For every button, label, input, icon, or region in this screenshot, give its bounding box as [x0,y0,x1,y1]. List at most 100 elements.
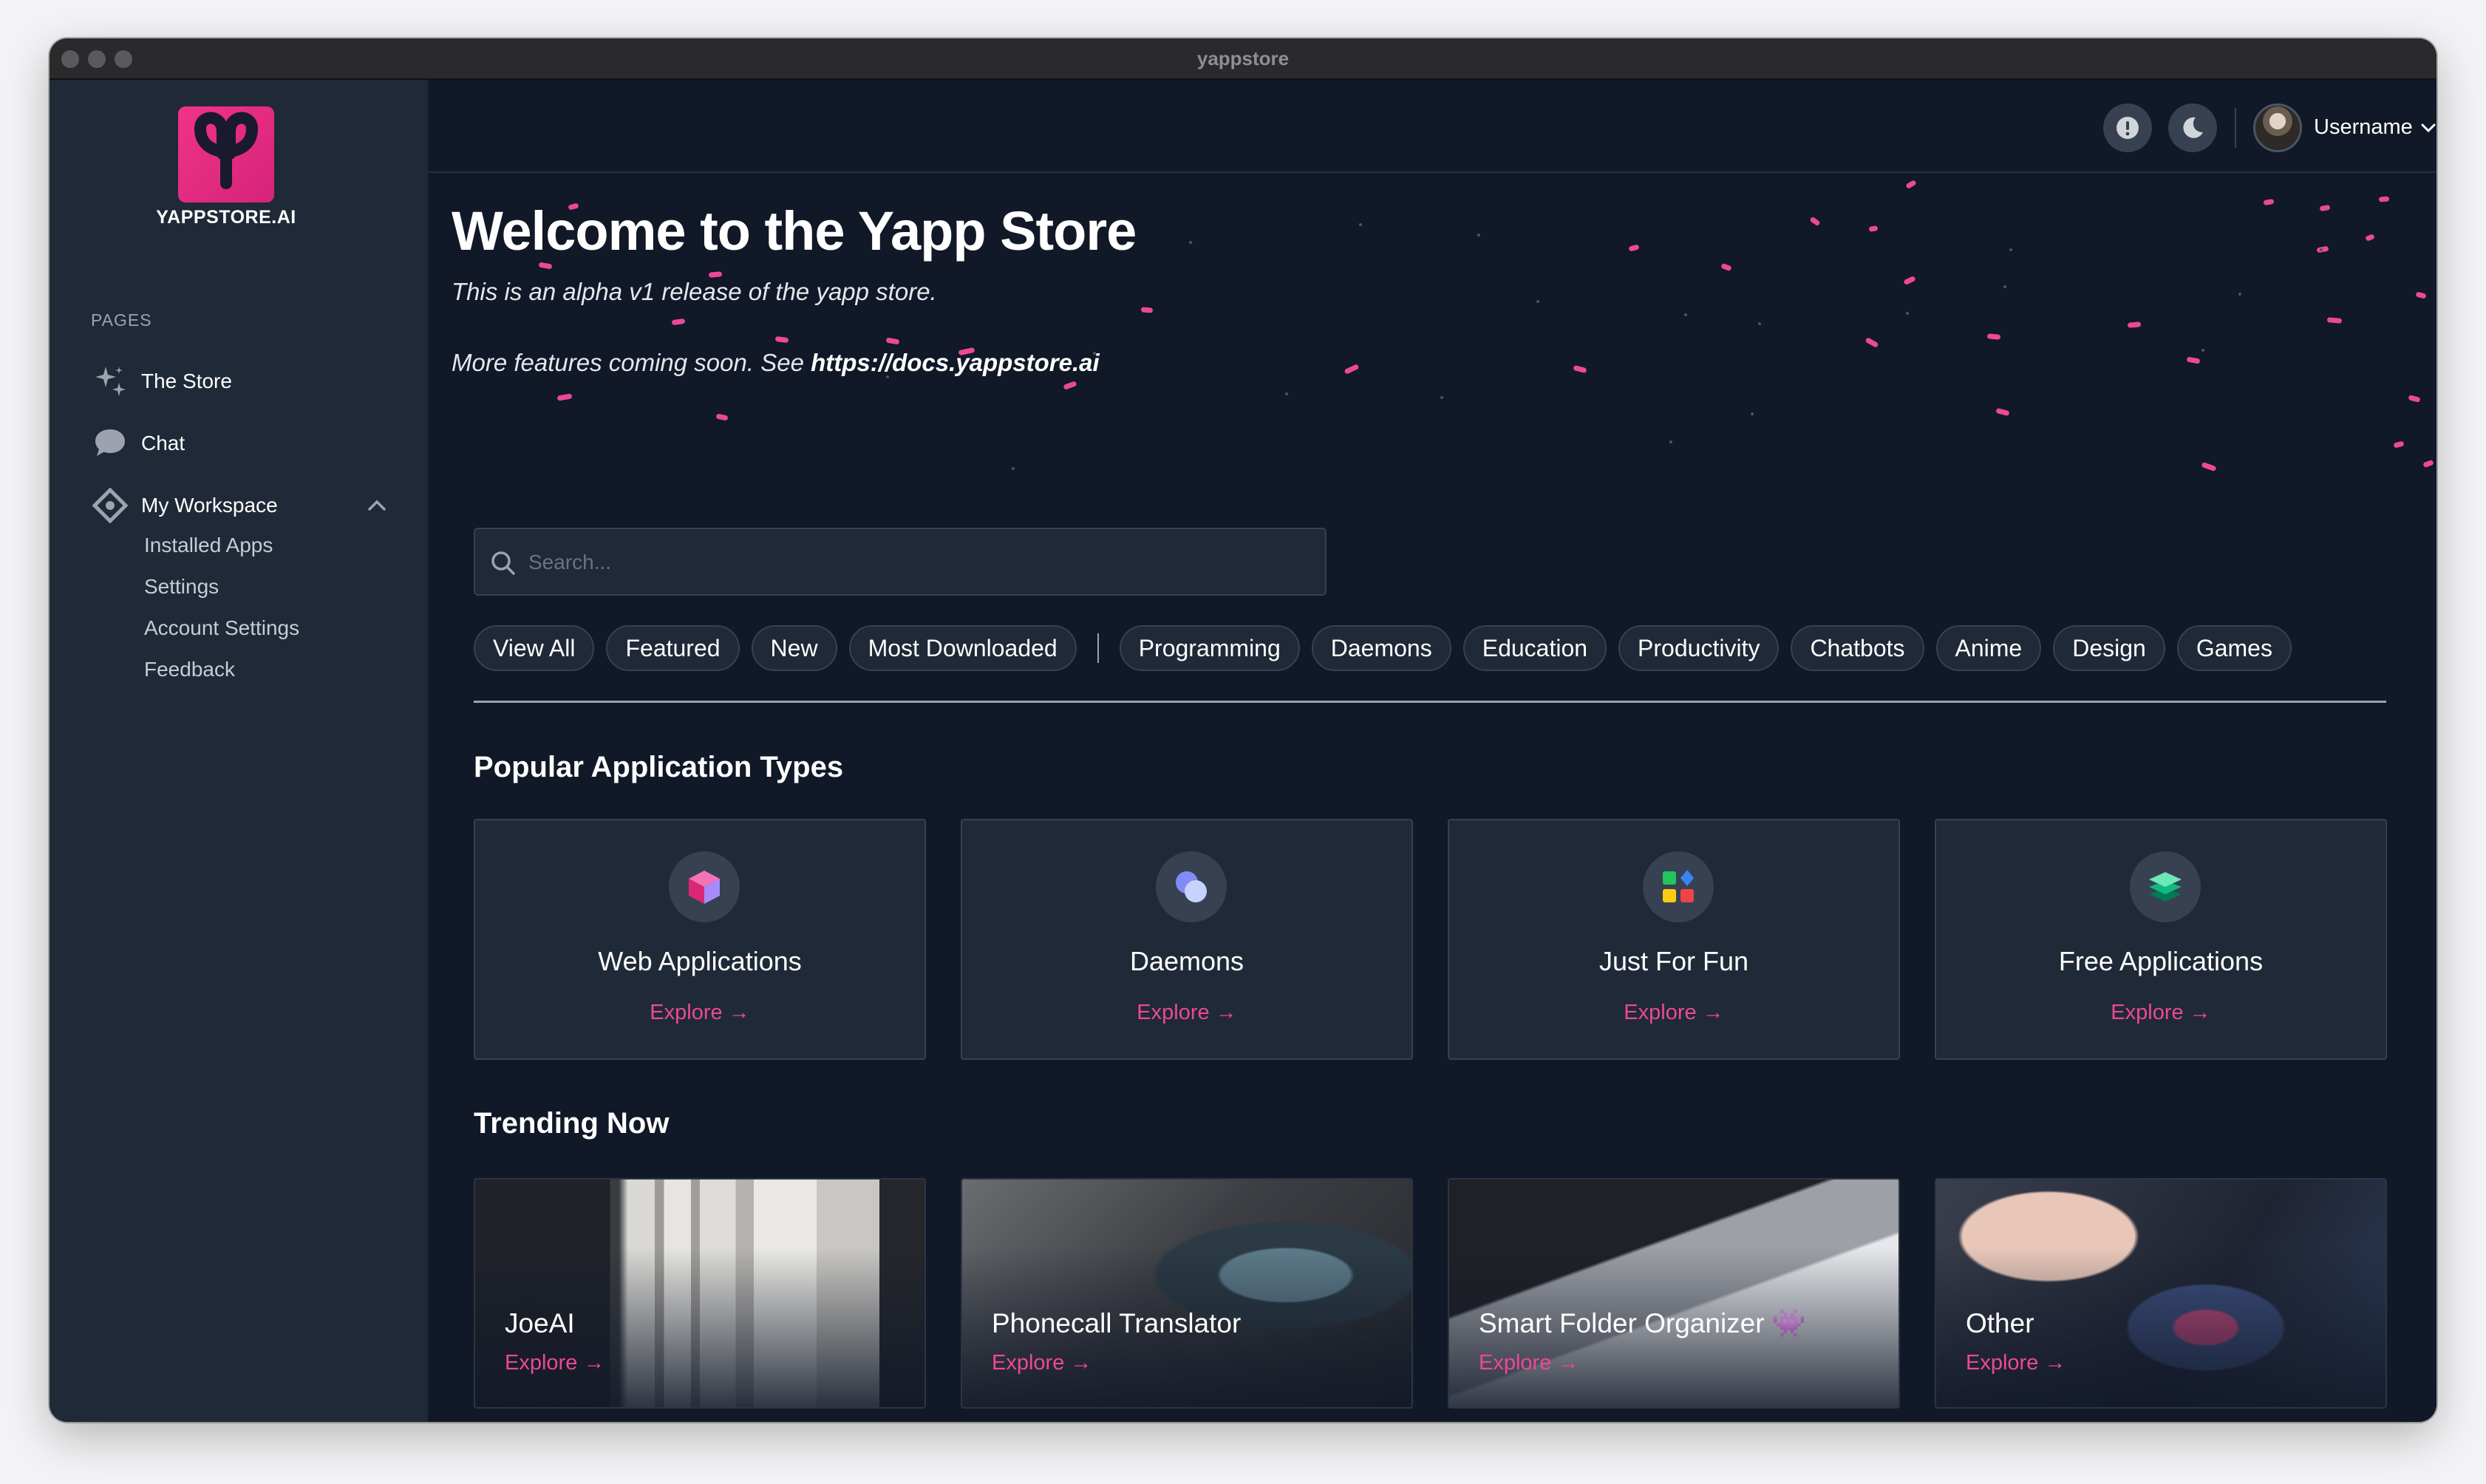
type-card-title: Free Applications [2058,946,2264,976]
confetti-piece [2127,321,2142,328]
trend-card-joeai[interactable]: JoeAI Explore → [474,1178,926,1409]
confetti-piece [2186,356,2201,364]
nav-installed-apps[interactable]: Installed Apps [144,534,273,557]
trend-card-phonecall-translator[interactable]: Phonecall Translator Explore → [961,1178,1413,1409]
nav-chat[interactable]: Chat [91,421,401,466]
explore-link[interactable]: Explore → [1936,1001,2385,1025]
user-menu[interactable]: Username [2314,115,2436,140]
confetti-piece [774,336,789,344]
confetti-piece [2393,440,2405,449]
chevron-up-icon[interactable] [367,498,386,515]
chip-featured[interactable]: Featured [606,625,740,671]
username-label: Username [2314,115,2413,139]
confetti-piece [2201,461,2217,472]
trend-card-other[interactable]: Other Explore → [1935,1178,2387,1409]
chip-games[interactable]: Games [2176,625,2292,671]
decor-dot [2201,349,2204,352]
confetti-piece [885,337,900,345]
nav-account-settings[interactable]: Account Settings [144,616,299,640]
nav-my-workspace[interactable]: My Workspace [91,483,401,528]
trend-card-title: Other [1966,1308,2034,1338]
confetti-piece [715,413,729,421]
alert-icon [2116,117,2139,139]
type-card-daemons[interactable]: Daemons Explore → [961,819,1413,1060]
explore-link[interactable]: Explore → [1449,1001,1898,1025]
chip-productivity[interactable]: Productivity [1618,625,1780,671]
confetti-piece [1344,364,1360,375]
nav-feedback[interactable]: Feedback [144,658,235,681]
chip-separator [1097,633,1099,663]
explore-link[interactable]: Explore → [1479,1351,1579,1375]
search-input[interactable] [528,542,1312,582]
confetti-piece [1063,381,1077,390]
theme-toggle-button[interactable] [2168,103,2217,152]
type-card-title: Daemons [1129,946,1244,976]
bubbles-icon [1156,851,1227,922]
docs-link[interactable]: https://docs.yappstore.ai [811,349,1100,376]
chip-chatbots[interactable]: Chatbots [1791,625,1924,671]
decor-dot [1669,440,1672,443]
confetti-piece [2422,459,2434,469]
type-card-title: Web Applications [598,946,802,976]
pages-section-label: PAGES [91,310,152,330]
decor-dot [1758,322,1761,325]
nav-the-store[interactable]: The Store [91,359,401,404]
shapes-icon [1643,851,1714,922]
nav-the-store-label: The Store [141,370,232,392]
confetti-piece [1905,179,1917,190]
decor-dot [2320,248,2323,251]
type-card-title: Just For Fun [1598,946,1749,976]
confetti-piece [1720,262,1732,272]
confetti-piece [2263,198,2275,206]
cube-icon [669,851,740,922]
moon-icon [2183,117,2203,138]
yappstore-logo[interactable] [178,106,274,202]
confetti-piece [1809,216,1821,227]
chip-design[interactable]: Design [2053,625,2165,671]
chip-new[interactable]: New [751,625,837,671]
chip-most-downloaded[interactable]: Most Downloaded [848,625,1077,671]
nav-settings[interactable]: Settings [144,575,219,599]
trending-section-title: Trending Now [474,1107,670,1140]
hero-info-text: More features coming soon. See [452,349,811,376]
decor-dot [2238,293,2241,296]
chip-view-all[interactable]: View All [474,625,595,671]
decor-dot [2003,285,2006,288]
hero-subtitle: This is an alpha v1 release of the yapp … [452,278,937,305]
layers-icon [2130,851,2201,922]
alert-button[interactable] [2103,103,2152,152]
chip-education[interactable]: Education [1462,625,1607,671]
search-box[interactable] [474,528,1327,596]
nav-my-workspace-label: My Workspace [141,494,278,517]
trend-card-title: Phonecall Translator [992,1308,1242,1338]
chip-programming[interactable]: Programming [1119,625,1300,671]
chip-daemons[interactable]: Daemons [1311,625,1451,671]
confetti-piece [2378,196,2390,202]
decor-dot [1477,234,1480,236]
decor-dot [1906,312,1909,315]
trend-card-smart-folder-organizer[interactable]: Smart Folder Organizer 👾 Explore → [1448,1178,1900,1409]
type-card-free-applications[interactable]: Free Applications Explore → [1935,819,2387,1060]
decor-dot [1751,412,1754,415]
confetti-piece [1995,407,2010,417]
decor-dot [1536,300,1539,303]
explore-link[interactable]: Explore → [475,1001,924,1025]
type-card-web-applications[interactable]: Web Applications Explore → [474,819,926,1060]
explore-link[interactable]: Explore → [505,1351,605,1375]
page-title: Welcome to the Yapp Store [452,200,1137,262]
trend-card-title-text: Smart Folder Organizer [1479,1308,1765,1338]
confetti-piece [1628,244,1640,252]
decor-dot [1012,467,1015,470]
decor-dot [1440,396,1443,399]
chevron-down-icon [2421,123,2436,132]
explore-link[interactable]: Explore → [1966,1351,2066,1375]
chip-anime[interactable]: Anime [1935,625,2042,671]
confetti-piece [2415,291,2427,299]
trend-card-title: Smart Folder Organizer 👾 [1479,1308,1806,1340]
confetti-piece [708,271,723,278]
type-card-just-for-fun[interactable]: Just For Fun Explore → [1448,819,1900,1060]
decor-dot [1684,313,1687,316]
avatar[interactable] [2253,103,2302,152]
explore-link[interactable]: Explore → [962,1001,1411,1025]
explore-link[interactable]: Explore → [992,1351,1092,1375]
